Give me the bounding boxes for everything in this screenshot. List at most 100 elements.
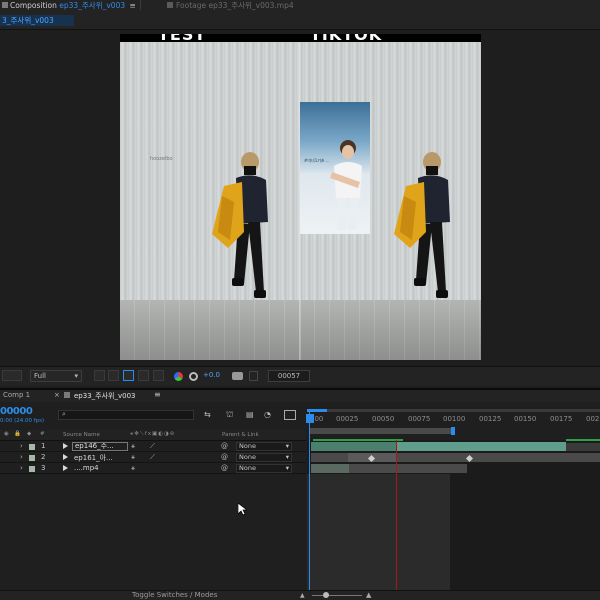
wall-mark: hoozelbo [150,156,173,162]
parent-select[interactable]: None ▾ [236,453,292,462]
title-left: TEST [158,34,207,44]
parent-select[interactable]: None ▾ [236,464,292,473]
zoom-out-icon[interactable]: ▲ [300,592,308,599]
chevron-right-icon[interactable]: › [20,464,23,472]
layer-search-input[interactable]: ⌕ [58,410,194,420]
exposure-reset-icon[interactable] [189,372,198,381]
work-area-green-line-end [566,439,600,441]
comp-breadcrumb[interactable]: 3_주사위_v003 [0,15,74,26]
ruler-tick: 00025 [336,415,359,423]
quality-icon[interactable]: ⟋ [150,442,155,451]
column-source-name[interactable]: Source Name [63,432,100,438]
ruler-tick: 00175 [550,415,573,423]
footage-icon [167,2,173,8]
tab-composition[interactable]: Composition ep33_주사위_v003 ≡ [2,0,136,12]
chevron-right-icon[interactable]: › [20,453,23,461]
fps-readout: 0:00 (24.00 fps) [0,418,45,424]
graph-editor-icon[interactable] [284,410,296,420]
layer-name[interactable]: ep161_아... [74,453,113,463]
ruler-tick: 00050 [372,415,395,423]
draft-3d-icon[interactable]: ⛫ [226,410,238,420]
tab-comp-1[interactable]: Comp 1 [3,391,30,399]
composition-frame[interactable]: TEST TIKTOK hoozelbo #미녀1기초 ... [120,34,481,360]
chevron-down-icon: ▾ [285,453,289,461]
tab-footage[interactable]: Footage ep33_주사위_v003.mp4 [167,0,294,12]
current-time-indicator[interactable] [309,412,315,590]
tab-menu-icon[interactable]: ≡ [154,390,161,399]
tab-separator [140,0,141,10]
camera-snapshot-icon[interactable] [232,372,243,380]
column-parent[interactable]: Parent & Link [222,432,259,438]
ruler-tick: 00125 [479,415,502,423]
motion-blur-icon[interactable]: ◔ [264,410,276,420]
composition-navigator-bar [0,12,600,30]
work-area-end-handle[interactable] [451,427,455,435]
work-area-bar[interactable] [310,428,454,434]
label-color[interactable] [29,466,35,472]
search-icon: ⌕ [62,410,66,418]
ruler-tick: 002 [586,415,600,423]
table-row[interactable]: › 3 ....mp4 ⚹ @ None ▾ [0,463,306,474]
poster-person-figure [330,140,362,230]
comp-mini-flowchart-icon[interactable]: ⇆ [204,410,216,420]
eye-icon[interactable]: ◉ [4,431,9,437]
table-row[interactable]: › 1 ep146_주... ⚹ ⟋ @ None ▾ [0,441,306,452]
fast-previews-icon[interactable] [94,370,105,381]
table-row[interactable]: › 2 ep161_아... ⚹ ⟋ @ None ▾ [0,452,306,463]
ruler-tick: 00150 [514,415,537,423]
tab-active-comp[interactable]: ep33_주사위_v003 [74,391,135,401]
label-color[interactable] [29,444,35,450]
tab-menu-icon[interactable]: ≡ [130,1,136,10]
pick-whip-icon[interactable]: @ [221,453,228,461]
shy-icon[interactable]: ⚹ [131,453,135,462]
close-icon[interactable]: × [54,391,60,399]
playhead-marker-line [396,440,397,590]
mask-visibility-icon[interactable] [123,370,134,381]
title-right: TIKTOK [310,34,383,44]
region-of-interest-icon[interactable] [138,370,149,381]
pick-whip-icon[interactable]: @ [221,442,228,450]
mouse-cursor-icon [238,503,247,516]
magnification-select[interactable] [2,370,22,381]
work-area-green-line [313,439,403,441]
current-time-indicator-head[interactable] [306,414,314,423]
time-navigator[interactable] [307,409,600,412]
pick-whip-icon[interactable]: @ [221,464,228,472]
comp-duration-region [307,474,450,590]
show-snapshot-icon[interactable] [249,371,258,381]
zoom-slider-handle[interactable] [323,592,329,598]
chevron-down-icon: ▾ [74,372,78,380]
current-time-display[interactable]: 00000 [0,406,33,417]
shy-icon[interactable]: ⚹ [131,442,135,451]
frame-blending-icon[interactable]: ▤ [246,410,258,420]
quality-icon[interactable]: ⟋ [150,453,155,462]
transparency-grid-icon[interactable] [153,370,164,381]
parent-select[interactable]: None ▾ [236,442,292,451]
number-icon: # [40,431,45,437]
zoom-slider[interactable] [312,595,362,596]
chevron-down-icon: ▾ [285,464,289,472]
layer-1-bar-shade [311,442,397,451]
lock-icon[interactable]: 🔒 [14,431,21,437]
grid-guide-icon[interactable] [108,370,119,381]
label-icon[interactable]: ◆ [27,431,31,437]
ruler-tick: 00100 [443,415,466,423]
chevron-down-icon: ▾ [285,442,289,450]
person-figure-left [212,152,268,298]
channel-icon[interactable] [174,372,183,381]
exposure-value[interactable]: +0.0 [203,371,220,379]
current-frame-field[interactable]: 00057 [268,370,310,382]
layer-name[interactable]: ....mp4 [74,464,99,472]
toggle-switches-modes[interactable]: Toggle Switches / Modes [132,591,217,599]
chevron-right-icon[interactable]: › [20,442,23,450]
composition-icon [2,2,8,8]
ruler-tick: 00075 [408,415,431,423]
layer-1-bar-tail [566,443,600,451]
layer-name[interactable]: ep146_주... [72,442,128,451]
shy-icon[interactable]: ⚹ [131,464,135,473]
resolution-select[interactable]: Full ▾ [30,370,82,382]
label-color[interactable] [29,455,35,461]
title-strip: TEST TIKTOK [120,34,481,44]
zoom-in-icon[interactable]: ▲ [366,591,374,599]
poster-image: #미녀1기초 ... [300,102,370,234]
